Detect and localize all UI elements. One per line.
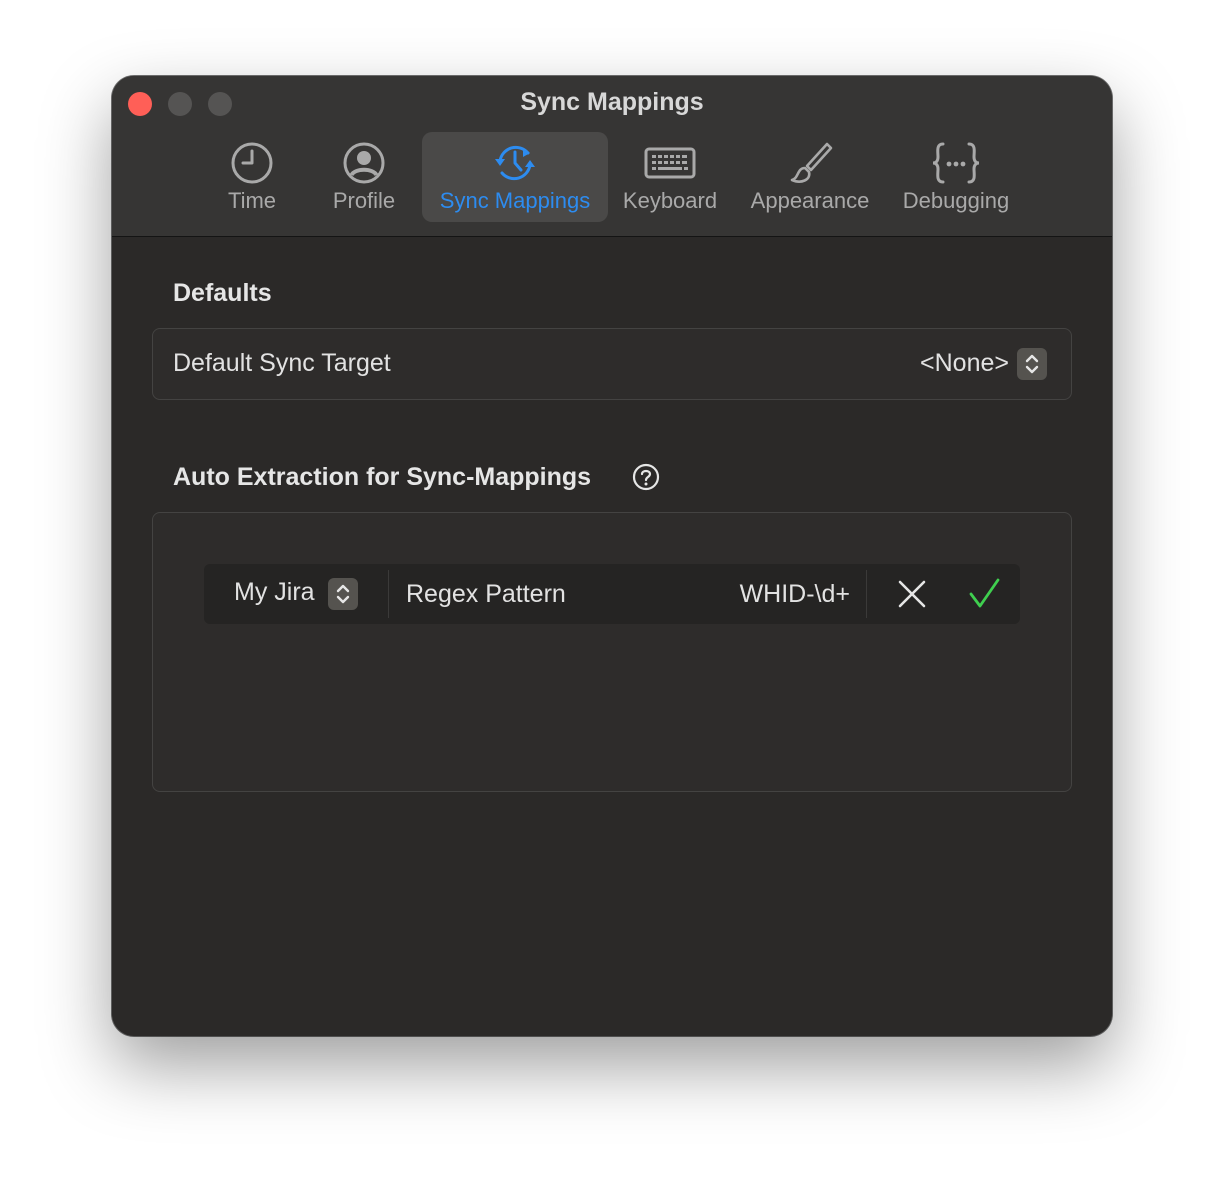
row-divider bbox=[388, 570, 389, 618]
default-sync-target-label: Default Sync Target bbox=[173, 349, 391, 377]
tab-debugging-label: Debugging bbox=[902, 188, 1010, 213]
confirm-rule-icon[interactable] bbox=[968, 578, 1000, 610]
chevron-up-down-icon bbox=[336, 584, 350, 604]
clock-icon bbox=[231, 142, 273, 184]
auto-extraction-panel: My Jira Regex Pattern WHID-\d+ bbox=[152, 512, 1072, 792]
rule-target-popup[interactable]: My Jira bbox=[234, 578, 315, 607]
defaults-heading: Defaults bbox=[173, 279, 272, 307]
keyboard-icon bbox=[644, 147, 696, 179]
auto-extraction-heading: Auto Extraction for Sync-Mappings bbox=[173, 463, 592, 491]
rule-target-stepper[interactable] bbox=[328, 578, 358, 610]
row-divider bbox=[866, 570, 867, 618]
extraction-rule-row: My Jira Regex Pattern WHID-\d+ bbox=[204, 564, 1020, 624]
tab-profile-label: Profile bbox=[332, 188, 396, 213]
tab-time[interactable]: Time bbox=[202, 132, 302, 222]
help-icon[interactable] bbox=[632, 463, 660, 491]
settings-content: Defaults Default Sync Target <None> Auto… bbox=[112, 237, 1112, 1036]
tab-appearance[interactable]: Appearance bbox=[740, 132, 880, 222]
tab-debugging[interactable]: Debugging bbox=[892, 132, 1020, 222]
rule-type-label: Regex Pattern bbox=[406, 580, 566, 608]
tab-sync-mappings-label: Sync Mappings bbox=[439, 188, 591, 213]
tab-keyboard[interactable]: Keyboard bbox=[616, 132, 724, 222]
cancel-rule-icon[interactable] bbox=[896, 578, 928, 610]
chevron-up-down-icon bbox=[1025, 354, 1039, 374]
default-sync-target-stepper[interactable] bbox=[1017, 348, 1047, 380]
tab-profile[interactable]: Profile bbox=[318, 132, 410, 222]
tab-appearance-label: Appearance bbox=[750, 188, 870, 213]
paintbrush-icon bbox=[790, 142, 833, 183]
window-title: Sync Mappings bbox=[520, 88, 704, 116]
default-sync-target-popup[interactable]: <None> bbox=[920, 349, 1009, 378]
sync-clock-icon bbox=[495, 145, 535, 181]
curly-braces-icon bbox=[932, 142, 980, 184]
rule-pattern-field[interactable]: WHID-\d+ bbox=[740, 580, 850, 609]
preferences-window: Sync Mappings Time Profile Sync Mappings… bbox=[112, 76, 1112, 1036]
tab-sync-mappings[interactable]: Sync Mappings bbox=[422, 132, 608, 222]
tab-time-label: Time bbox=[227, 188, 277, 213]
defaults-panel: Default Sync Target <None> bbox=[152, 328, 1072, 400]
tab-keyboard-label: Keyboard bbox=[622, 188, 718, 213]
window-toolbar: Sync Mappings Time Profile Sync Mappings… bbox=[112, 76, 1112, 237]
person-circle-icon bbox=[343, 142, 385, 184]
